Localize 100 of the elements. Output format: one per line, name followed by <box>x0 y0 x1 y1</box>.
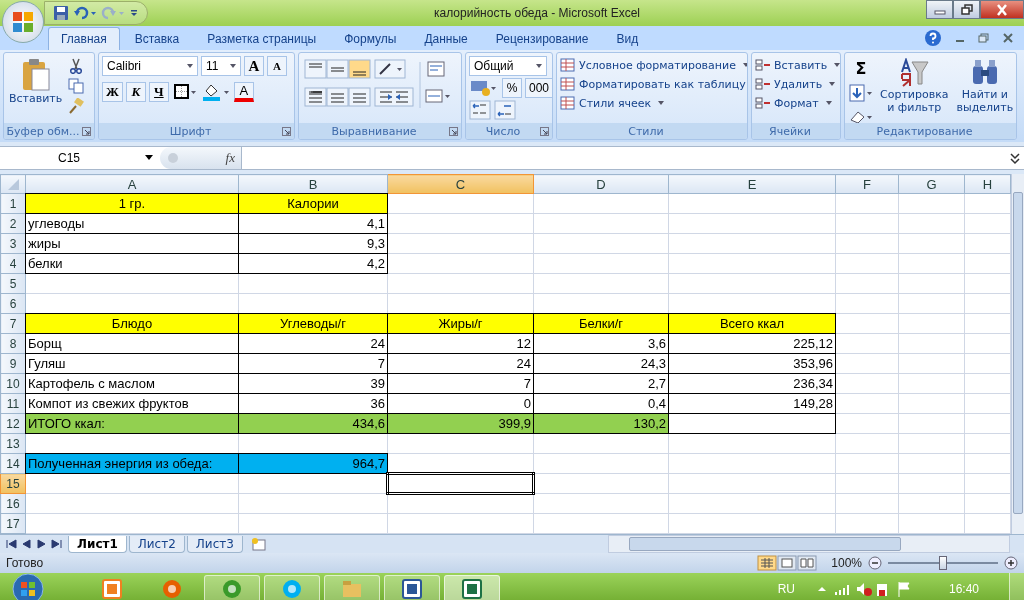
number-format-field[interactable]: Общий <box>469 56 547 76</box>
view-buttons-icon[interactable] <box>757 555 818 571</box>
increase-decimal-icon[interactable] <box>469 100 491 120</box>
copy-icon[interactable] <box>68 78 85 94</box>
row-header[interactable]: 14 <box>0 453 26 474</box>
row-header[interactable]: 6 <box>0 293 26 314</box>
taskbar-button[interactable] <box>444 575 500 600</box>
dialog-launcher-icon[interactable] <box>282 126 291 136</box>
row-header[interactable]: 9 <box>0 353 26 374</box>
row-header[interactable]: 1 <box>0 193 26 214</box>
cells-menu-button[interactable]: Вставить <box>755 58 840 72</box>
horizontal-scrollbar[interactable] <box>608 535 1010 553</box>
restore-button[interactable] <box>953 0 980 19</box>
office-button[interactable] <box>2 1 44 43</box>
sheet-tab[interactable]: Лист3 <box>186 535 243 553</box>
row-header[interactable]: 7 <box>0 313 26 334</box>
zoom-slider-thumb[interactable] <box>939 556 947 570</box>
table-cell: 7 <box>387 373 534 394</box>
percent-button[interactable]: % <box>502 78 522 98</box>
app-icon <box>341 578 363 600</box>
insert-function-button[interactable]: fx <box>225 150 235 166</box>
column-header[interactable]: A <box>25 174 239 194</box>
ribbon-tab[interactable]: Разметка страницы <box>194 27 330 50</box>
ribbon-tab[interactable]: Формулы <box>331 27 410 50</box>
row-header[interactable]: 8 <box>0 333 26 354</box>
row-header[interactable]: 11 <box>0 393 26 414</box>
cells-menu-button[interactable]: Формат <box>755 96 840 110</box>
sort-filter-button[interactable]: Сортировка и фильтр <box>878 56 951 116</box>
ribbon-tab[interactable]: Вид <box>603 27 652 50</box>
bold-button[interactable]: Ж <box>102 82 123 102</box>
italic-button[interactable]: К <box>125 82 146 102</box>
column-header[interactable]: G <box>898 174 965 194</box>
close-button[interactable] <box>980 0 1024 19</box>
underline-button[interactable]: Ч <box>148 82 169 102</box>
zoom-out-icon[interactable] <box>868 556 882 570</box>
column-header[interactable]: D <box>533 174 669 194</box>
ribbon-tab[interactable]: Вставка <box>121 27 193 50</box>
row-header[interactable]: 15 <box>0 473 26 494</box>
ribbon-tab[interactable]: Главная <box>48 27 120 50</box>
table-cell: 7 <box>238 353 388 374</box>
ribbon-tab[interactable]: Данные <box>411 27 481 50</box>
find-select-button[interactable]: Найти и выделить <box>954 56 1016 116</box>
dialog-launcher-icon[interactable] <box>82 126 91 136</box>
taskbar-button[interactable] <box>204 575 260 600</box>
dialog-launcher-icon[interactable] <box>449 126 458 136</box>
font-name-field[interactable]: Calibri <box>102 56 198 76</box>
column-header[interactable]: F <box>835 174 899 194</box>
zoom-level[interactable]: 100% <box>831 556 862 570</box>
sheet-tab[interactable]: Лист2 <box>128 535 185 553</box>
undo-icon[interactable] <box>73 5 97 21</box>
row-header[interactable]: 2 <box>0 213 26 234</box>
table-cell: 964,7 <box>238 453 388 474</box>
row-header[interactable]: 5 <box>0 273 26 294</box>
help-icon[interactable] <box>924 29 942 47</box>
format-painter-icon[interactable] <box>68 98 85 114</box>
thousands-button[interactable]: 000 <box>525 78 552 98</box>
column-header[interactable]: H <box>964 174 1011 194</box>
fill-down-icon[interactable] <box>848 84 874 102</box>
cut-icon[interactable] <box>68 58 85 74</box>
minimize-button[interactable] <box>926 0 953 19</box>
active-cell[interactable] <box>387 473 534 494</box>
taskbar-button[interactable] <box>384 575 440 600</box>
row-header[interactable]: 4 <box>0 253 26 274</box>
font-size-field[interactable]: 11 <box>201 56 241 76</box>
grow-font-button[interactable]: A <box>244 56 264 76</box>
group-label: Стили <box>628 124 664 138</box>
ribbon-tab[interactable]: Рецензирование <box>482 27 602 50</box>
autosum-button[interactable]: Σ <box>848 58 874 78</box>
cells-menu-button[interactable]: Удалить <box>755 77 840 91</box>
group-label: Редактирование <box>876 124 973 138</box>
paste-button[interactable]: Вставить <box>7 56 65 107</box>
dialog-launcher-icon[interactable] <box>540 126 549 136</box>
table-cell: 149,28 <box>668 393 836 414</box>
table-cell: Картофель с маслом <box>25 373 239 394</box>
shrink-font-button[interactable]: A <box>267 56 287 76</box>
font-color-button[interactable]: A <box>233 82 254 102</box>
row-header[interactable]: 10 <box>0 373 26 394</box>
zoom-in-icon[interactable] <box>1004 556 1018 570</box>
fill-color-icon[interactable] <box>200 82 231 102</box>
currency-icon[interactable] <box>469 78 499 98</box>
workbook-restore-icon[interactable] <box>978 32 990 44</box>
column-header[interactable]: C <box>387 174 534 194</box>
sheet-tab[interactable]: Лист1 <box>68 535 127 553</box>
app-icon <box>281 578 303 600</box>
row-header[interactable]: 3 <box>0 233 26 254</box>
vertical-scrollbar[interactable] <box>1011 174 1024 534</box>
borders-icon[interactable] <box>171 82 198 102</box>
row-header[interactable]: 16 <box>0 493 26 514</box>
save-icon[interactable] <box>53 5 69 21</box>
name-box[interactable]: C15 <box>0 147 160 169</box>
cells-icon <box>755 77 771 91</box>
row-header[interactable]: 17 <box>0 513 26 534</box>
column-header[interactable]: E <box>668 174 836 194</box>
decrease-decimal-icon[interactable] <box>494 100 516 120</box>
column-header[interactable]: B <box>238 174 388 194</box>
row-header[interactable]: 12 <box>0 413 26 434</box>
workbook-close-icon[interactable] <box>1002 32 1014 44</box>
row-header[interactable]: 13 <box>0 433 26 454</box>
formula-handle-icon[interactable] <box>166 151 180 165</box>
table-cell: 9,3 <box>238 233 388 254</box>
